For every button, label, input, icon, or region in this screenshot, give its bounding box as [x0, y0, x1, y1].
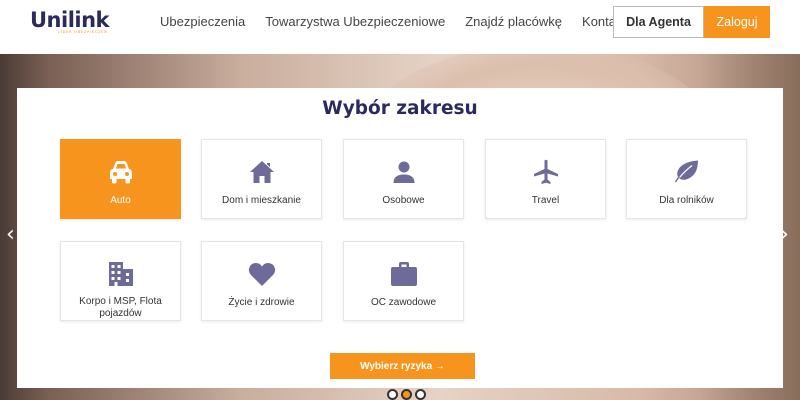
tile-dla-rolnikow[interactable]: Dla rolników [626, 139, 747, 219]
carousel-dots [378, 388, 434, 400]
car-icon [107, 158, 135, 186]
building-icon [107, 260, 135, 287]
choose-risks-button[interactable]: Wybierz ryzyka → [330, 353, 475, 379]
tile-label: Travel [531, 195, 560, 206]
agent-button[interactable]: Dla Agenta [613, 6, 704, 38]
logo-wordmark: Unilink [30, 8, 110, 32]
carousel-dot-1[interactable] [386, 388, 398, 400]
tile-korpo-i-msp[interactable]: Korpo i MSP, Flota pojazdów [60, 241, 181, 321]
tile-label: Auto [110, 195, 131, 206]
tile-label: Dla rolników [659, 195, 714, 206]
site-header: Unilink LIDER UBEZPIECZEŃ Ubezpieczenia … [0, 0, 800, 54]
heart-icon [248, 260, 276, 288]
nav-link-towarzystwa[interactable]: Towarzystwa Ubezpieczeniowe [265, 14, 445, 30]
tile-oc-zawodowe[interactable]: OC zawodowe [343, 241, 464, 321]
tile-label: Dom i mieszkanie [222, 195, 301, 206]
carousel-dot-3[interactable] [414, 388, 426, 400]
login-button[interactable]: Zaloguj [704, 6, 770, 38]
unilink-logo[interactable]: Unilink LIDER UBEZPIECZEŃ [30, 8, 110, 38]
tile-label: Życie i zdrowie [228, 297, 295, 308]
tile-auto[interactable]: Auto [60, 139, 181, 219]
tile-dom-i-mieszkanie[interactable]: Dom i mieszkanie [201, 139, 322, 219]
coverage-selection-card: Wybór zakresu Auto Dom i mieszkanie Osob… [17, 88, 783, 388]
leaf-icon [674, 158, 700, 186]
tile-zycie-i-zdrowie[interactable]: Życie i zdrowie [201, 241, 322, 321]
carousel-prev-arrow[interactable]: ‹ [6, 222, 15, 247]
carousel-dot-2[interactable] [400, 388, 412, 400]
section-title: Wybór zakresu [322, 98, 478, 119]
tile-osobowe[interactable]: Osobowe [343, 139, 464, 219]
briefcase-icon [390, 260, 418, 288]
airplane-icon [533, 158, 559, 186]
person-icon [392, 158, 416, 186]
main-nav: Ubezpieczenia Towarzystwa Ubezpieczeniow… [160, 14, 646, 30]
nav-link-znajdz-placowke[interactable]: Znajdź placówkę [465, 14, 562, 30]
carousel-next-arrow[interactable]: › [780, 222, 789, 247]
nav-link-ubezpieczenia[interactable]: Ubezpieczenia [160, 14, 245, 30]
home-icon [249, 158, 275, 186]
tile-label: Korpo i MSP, Flota pojazdów [79, 296, 162, 319]
tile-label: OC zawodowe [370, 297, 437, 308]
logo-tagline: LIDER UBEZPIECZEŃ [58, 30, 108, 34]
tile-label: Osobowe [382, 195, 425, 206]
tile-travel[interactable]: Travel [485, 139, 606, 219]
